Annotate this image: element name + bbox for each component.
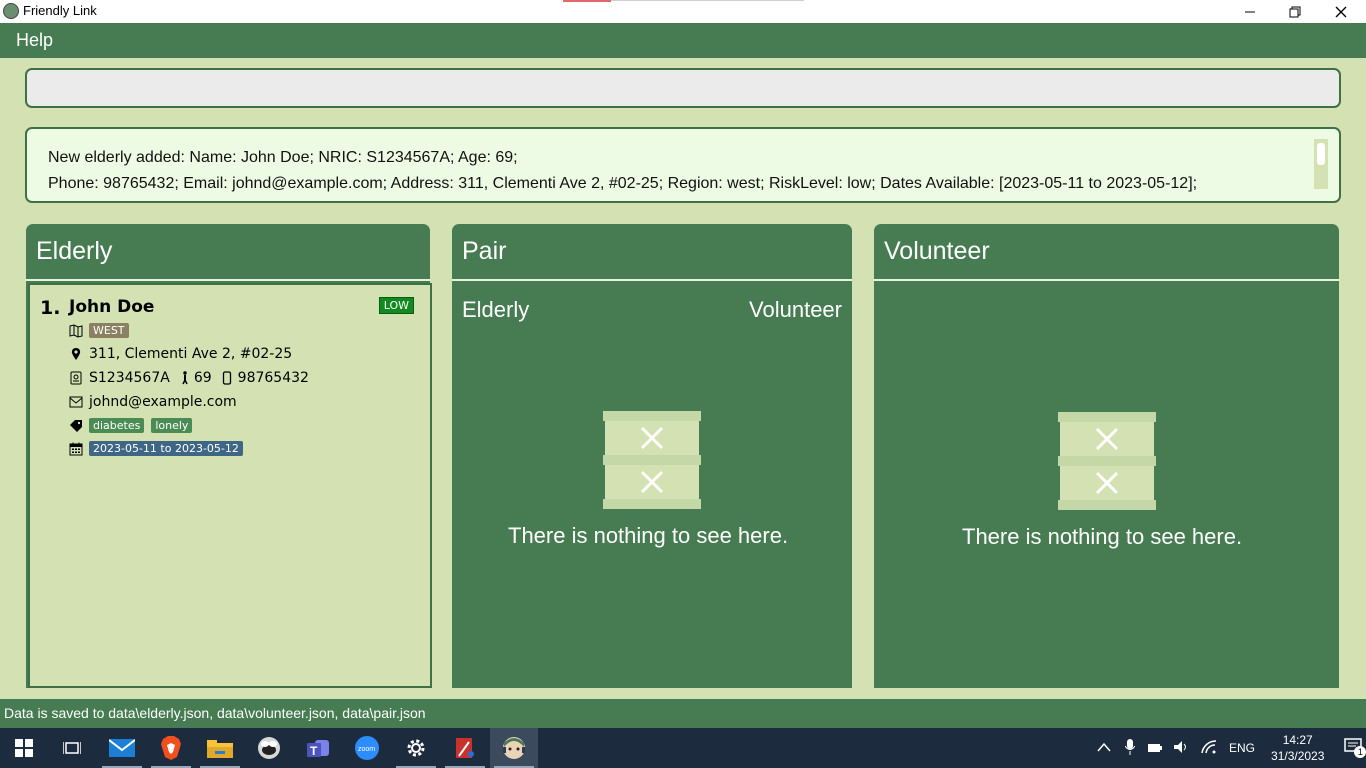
microphone-icon[interactable] bbox=[1124, 738, 1136, 758]
title-bar: Friendly Link bbox=[0, 0, 1366, 23]
pair-column-volunteer: Volunteer bbox=[749, 297, 842, 322]
mail-app-icon bbox=[109, 739, 135, 757]
taskbar-mail[interactable] bbox=[98, 728, 146, 768]
clock-date: 31/3/2023 bbox=[1271, 749, 1325, 763]
map-icon bbox=[69, 323, 83, 338]
result-display: New elderly added: Name: John Doe; NRIC:… bbox=[25, 127, 1341, 203]
start-button[interactable] bbox=[0, 728, 48, 768]
svg-text:zoom: zoom bbox=[358, 746, 375, 753]
status-text: Data is saved to data\elderly.json, data… bbox=[4, 705, 426, 721]
result-line-2: Phone: 98765432; Email: johnd@example.co… bbox=[48, 175, 1198, 192]
dates-available-tag: 2023-05-11 to 2023-05-12 bbox=[89, 441, 243, 456]
clock-time: 14:27 bbox=[1282, 733, 1313, 747]
help-menu[interactable]: Help bbox=[16, 30, 53, 51]
friendly-link-app-icon bbox=[503, 737, 525, 759]
restore-icon bbox=[1289, 6, 1301, 17]
menu-bar: Help bbox=[0, 23, 1366, 58]
region-tag: WEST bbox=[89, 323, 129, 338]
app-icon bbox=[3, 3, 19, 19]
system-tray: ENG 14:27 31/3/2023 1 bbox=[1097, 728, 1366, 768]
tag-icon bbox=[69, 419, 83, 433]
taskbar-zoom[interactable]: zoom bbox=[343, 728, 391, 768]
task-view-button[interactable] bbox=[48, 728, 96, 768]
status-bar: Data is saved to data\elderly.json, data… bbox=[0, 699, 1366, 728]
wifi-icon[interactable] bbox=[1201, 739, 1217, 757]
top-accent-mark bbox=[563, 0, 611, 2]
battery-icon[interactable] bbox=[1147, 740, 1163, 757]
email-icon bbox=[69, 395, 83, 409]
elderly-panel-title: Elderly bbox=[36, 237, 113, 265]
taskbar-app-bee[interactable] bbox=[245, 728, 293, 768]
empty-box-icon bbox=[1058, 412, 1156, 510]
scrollbar-thumb[interactable] bbox=[1317, 143, 1325, 165]
minimize-button[interactable] bbox=[1227, 0, 1273, 23]
notification-button[interactable]: 1 bbox=[1344, 737, 1366, 759]
calendar-icon bbox=[69, 442, 83, 456]
empty-box-icon bbox=[603, 411, 701, 509]
elderly-panel: Elderly 1. John Doe LOW WEST 311, Clemen… bbox=[26, 224, 432, 688]
taskbar-file-explorer[interactable] bbox=[196, 728, 244, 768]
volunteer-panel: Volunteer There is nothing to see here. bbox=[874, 224, 1339, 688]
location-pin-icon bbox=[69, 347, 83, 361]
brave-browser-icon bbox=[161, 736, 181, 760]
close-button[interactable] bbox=[1318, 0, 1364, 23]
taskbar-teams[interactable]: T bbox=[294, 728, 342, 768]
phone-text: 98765432 bbox=[237, 370, 309, 386]
health-tag: lonely bbox=[151, 418, 193, 433]
email-text: johnd@example.com bbox=[89, 394, 237, 410]
result-scrollbar[interactable] bbox=[1314, 139, 1328, 189]
chevron-up-icon[interactable] bbox=[1097, 741, 1111, 755]
taskbar-app-snip[interactable] bbox=[441, 728, 489, 768]
card-index: 1. bbox=[40, 297, 61, 319]
folder-icon bbox=[207, 740, 233, 758]
task-view-icon bbox=[63, 742, 81, 754]
pair-panel-title: Pair bbox=[462, 237, 507, 265]
risk-level-badge: LOW bbox=[378, 297, 414, 314]
panel-divider bbox=[26, 279, 430, 281]
result-line-1: New elderly added: Name: John Doe; NRIC:… bbox=[48, 149, 518, 166]
taskbar-settings[interactable] bbox=[392, 728, 440, 768]
elderly-name: John Doe bbox=[69, 297, 155, 317]
pair-empty-message: There is nothing to see here. bbox=[508, 523, 789, 548]
window-title: Friendly Link bbox=[23, 3, 97, 18]
volunteer-panel-title: Volunteer bbox=[884, 237, 990, 265]
restore-button[interactable] bbox=[1272, 0, 1318, 23]
nric-text: S1234567A bbox=[89, 370, 170, 386]
taskbar-brave[interactable] bbox=[147, 728, 195, 768]
gear-icon bbox=[407, 739, 425, 757]
minimize-icon bbox=[1245, 11, 1255, 12]
person-icon bbox=[180, 371, 190, 385]
id-card-icon bbox=[69, 371, 83, 385]
elderly-list[interactable]: 1. John Doe LOW WEST 311, Clementi Ave 2… bbox=[28, 283, 432, 688]
bee-app-icon bbox=[258, 737, 280, 759]
clock[interactable]: 14:27 31/3/2023 bbox=[1271, 732, 1324, 764]
pair-panel: Pair Elderly Volunteer There is nothing … bbox=[452, 224, 852, 688]
volunteer-empty-message: There is nothing to see here. bbox=[962, 524, 1243, 549]
health-tag: diabetes bbox=[89, 418, 145, 433]
language-indicator[interactable]: ENG bbox=[1229, 741, 1255, 755]
command-input[interactable] bbox=[25, 68, 1341, 108]
panel-divider bbox=[452, 279, 852, 281]
notification-count-badge: 1 bbox=[1354, 745, 1366, 758]
taskbar: T zoom ENG 14:27 31/3/2023 1 bbox=[0, 728, 1366, 768]
close-icon bbox=[1335, 6, 1347, 17]
top-grey-mark bbox=[611, 0, 804, 1]
zoom-icon: zoom bbox=[355, 736, 379, 760]
taskbar-friendly-link[interactable] bbox=[490, 728, 538, 768]
address-text: 311, Clementi Ave 2, #02-25 bbox=[89, 346, 293, 362]
teams-icon: T bbox=[307, 740, 329, 758]
panel-divider bbox=[874, 279, 1339, 281]
svg-text:T: T bbox=[310, 744, 318, 758]
snipping-tool-icon bbox=[456, 738, 474, 758]
speaker-icon[interactable] bbox=[1173, 740, 1189, 757]
age-text: 69 bbox=[193, 370, 212, 386]
phone-icon bbox=[222, 371, 232, 385]
windows-logo-icon bbox=[15, 739, 33, 757]
pair-column-elderly: Elderly bbox=[462, 297, 530, 322]
